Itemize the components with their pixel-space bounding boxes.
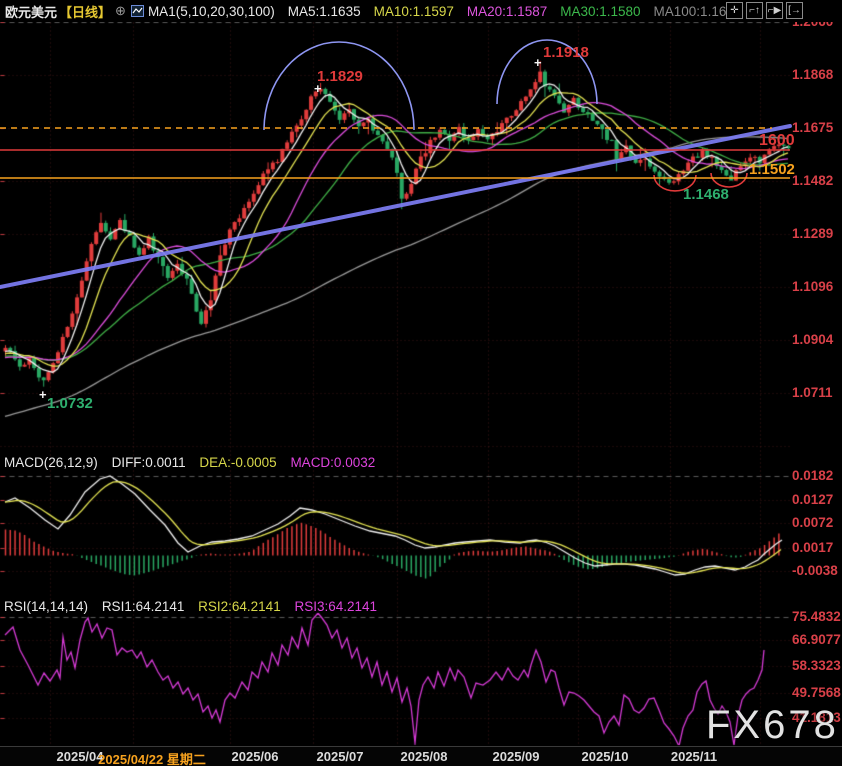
rsi-axis-label: 75.4832 [792,609,842,624]
chart-toolbar: ✛⌐↑⌐▶[→ [726,2,803,19]
rsi-axis-label: 58.3323 [792,658,842,673]
macd-axis-label: -0.0038 [792,563,842,578]
chart-window: 欧元美元 【日线】 ⊕ MA1(5,10,20,30,100) MA5:1.16… [0,0,842,766]
rsi1-value: RSI1:64.2141 [102,599,185,614]
rsi-axis-label: 49.7568 [792,685,842,700]
header-ma4-value: MA30:1.1580 [560,4,640,19]
extreme-cross-marker: + [39,388,47,401]
date-label[interactable]: 2025/08 [401,749,448,764]
price-axis-label: 1.0904 [792,332,842,347]
annotation-april-low: 1.0732 [47,395,93,412]
symbol-name: 欧元美元 [5,2,57,21]
date-label[interactable]: 2025/06 [232,749,279,764]
date-label[interactable]: 2025/04 [57,749,104,764]
date-label[interactable]: 2025/07 [317,749,364,764]
macd-axis-label: 0.0072 [792,515,842,530]
price-axis-label: 1.1096 [792,279,842,294]
macd-axis-label: 0.0017 [792,540,842,555]
price-axis-label: 1.1289 [792,226,842,241]
header-ma1-value: MA5:1.1635 [288,4,361,19]
macd-title: MACD(26,12,9) [4,455,98,470]
rsi2-value: RSI2:64.2141 [198,599,281,614]
y-axis-zoom-icon[interactable]: ⌐↑ [746,2,763,19]
date-axis[interactable]: 2025/042025/04/22 星期二 2025/06 2025/07 2025/… [0,746,842,766]
date-label[interactable]: 2025/11 [671,749,717,764]
ma-settings-label: MA1(5,10,20,30,100) [148,4,275,19]
chart-canvas[interactable] [0,0,842,766]
header-ma3-value: MA20:1.1587 [467,4,547,19]
macd-axis-label: 0.0127 [792,492,842,507]
rsi-axis-label: 66.9077 [792,632,842,647]
fx678-watermark: FX678 [706,703,839,748]
rsi3-value: RSI3:64.2141 [294,599,377,614]
header-ma2-value: MA10:1.1597 [374,4,454,19]
chart-header: 欧元美元 【日线】 ⊕ MA1(5,10,20,30,100) MA5:1.16… [0,0,842,22]
macd-pane-header: MACD(26,12,9) DIFF:0.0011 DEA:-0.0005 MA… [4,455,385,470]
annotation-july-high: 1.1829 [317,68,363,85]
date-label-selected[interactable]: 2025/04/22 星期二 [98,749,206,766]
macd-diff-value: DIFF:0.0011 [112,455,186,470]
rsi-title: RSI(14,14,14) [4,599,88,614]
extreme-cross-marker: + [534,56,542,69]
price-axis-label: 1.0711 [792,385,842,400]
date-label[interactable]: 2025/10 [582,749,629,764]
price-axis-label: 1.1482 [792,173,842,188]
support-price-tag: 1.1502 [749,161,795,178]
header-ma5-value: MA100:1.16 [654,4,727,19]
annotation-sept-high: 1.1918 [543,44,589,61]
macd-axis-label: 0.0182 [792,468,842,483]
rsi-pane-header: RSI(14,14,14) RSI1:64.2141 RSI2:64.2141 … [4,599,387,614]
move-tool-icon[interactable]: ✛ [726,2,743,19]
x-axis-zoom-icon[interactable]: ⌐▶ [766,2,783,19]
macd-macd-value: MACD:0.0032 [290,455,375,470]
price-axis-label: 1.1675 [792,120,842,135]
ma-values: MA5:1.1635 MA10:1.1597 MA20:1.1587 MA30:1.1… [275,4,727,19]
crosshair-icon[interactable]: ⊕ [115,3,126,19]
annotation-nov-low: 1.1468 [683,186,729,203]
period-label[interactable]: 【日线】 [59,2,111,21]
price-axis-label: 1.1868 [792,67,842,82]
date-label[interactable]: 2025/09 [493,749,540,764]
pan-right-icon[interactable]: [→ [786,2,803,19]
macd-dea-value: DEA:-0.0005 [199,455,276,470]
last-price-tag: 1600 [759,132,795,150]
chart-type-icon[interactable] [131,5,144,17]
